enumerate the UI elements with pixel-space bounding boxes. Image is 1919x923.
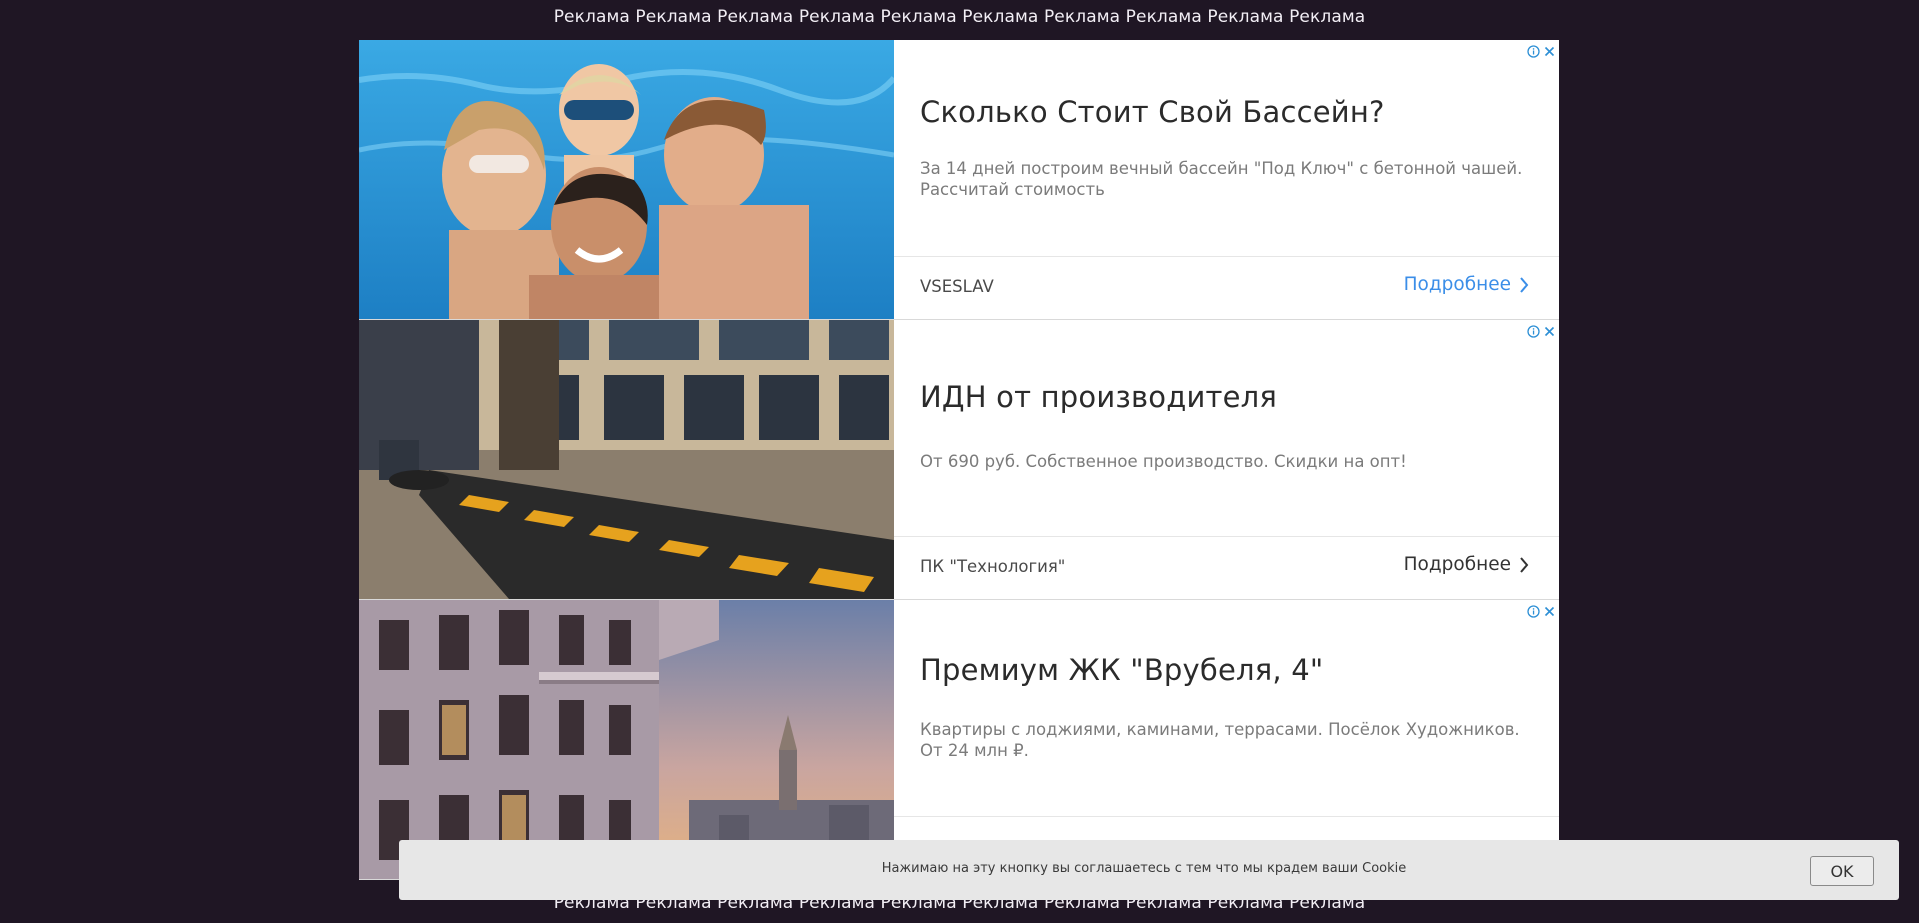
ad-title[interactable]: Сколько Стоит Свой Бассейн? <box>920 95 1385 129</box>
cookie-consent-bar: Нажимаю на эту кнопку вы соглашаетесь с … <box>399 840 1899 900</box>
ad-card[interactable]: Сколько Стоит Свой Бассейн? За 14 дней п… <box>359 40 1559 320</box>
chevron-right-icon <box>1520 556 1529 573</box>
ad-more-label: Подробнее <box>1403 554 1511 575</box>
ad-description: Квартиры с лоджиями, каминами, террасами… <box>920 720 1520 760</box>
cookie-ok-button[interactable]: OK <box>1810 856 1874 886</box>
ad-strip-top: Реклама Реклама Реклама Реклама Реклама … <box>553 7 1366 27</box>
ad-advertiser[interactable]: ПК "Технология" <box>920 557 1065 576</box>
cookie-message: Нажимаю на эту кнопку вы соглашаетесь с … <box>881 861 1407 876</box>
ad-description: За 14 дней построим вечный бассейн "Под … <box>920 159 1523 199</box>
ad-description: От 690 руб. Собственное производство. Ск… <box>920 452 1407 471</box>
ad-choices <box>1527 323 1556 338</box>
ad-body[interactable]: ИДН от производителя От 690 руб. Собстве… <box>894 320 1559 599</box>
ad-title[interactable]: ИДН от производителя <box>920 380 1277 414</box>
ad-body[interactable]: Премиум ЖК "Врубеля, 4" Квартиры с лоджи… <box>894 600 1559 879</box>
ad-title[interactable]: Премиум ЖК "Врубеля, 4" <box>920 653 1323 687</box>
info-icon[interactable] <box>1527 323 1540 338</box>
ad-choices <box>1527 43 1556 58</box>
close-icon[interactable] <box>1543 323 1556 337</box>
info-icon[interactable] <box>1527 603 1540 618</box>
ad-more-link[interactable]: Подробнее <box>1404 554 1529 575</box>
ad-footer: VSESLAV Подробнее <box>894 256 1559 319</box>
close-icon[interactable] <box>1543 603 1556 617</box>
ad-more-label: Подробнее <box>1403 274 1511 295</box>
ad-more-link[interactable]: Подробнее <box>1404 274 1529 295</box>
close-icon[interactable] <box>1543 43 1556 57</box>
ad-card[interactable]: Премиум ЖК "Врубеля, 4" Квартиры с лоджи… <box>359 600 1559 880</box>
chevron-right-icon <box>1520 276 1529 293</box>
ad-footer: ПК "Технология" Подробнее <box>894 536 1559 599</box>
ad-body[interactable]: Сколько Стоит Свой Бассейн? За 14 дней п… <box>894 40 1559 319</box>
ad-list: Сколько Стоит Свой Бассейн? За 14 дней п… <box>359 40 1559 880</box>
ad-image-building[interactable] <box>359 600 894 879</box>
ad-advertiser[interactable]: VSESLAV <box>920 277 994 296</box>
ad-choices <box>1527 603 1556 618</box>
ad-image-pool-family[interactable] <box>359 40 894 319</box>
ad-card[interactable]: ИДН от производителя От 690 руб. Собстве… <box>359 320 1559 600</box>
info-icon[interactable] <box>1527 43 1540 58</box>
ad-image-speed-bump[interactable] <box>359 320 894 599</box>
